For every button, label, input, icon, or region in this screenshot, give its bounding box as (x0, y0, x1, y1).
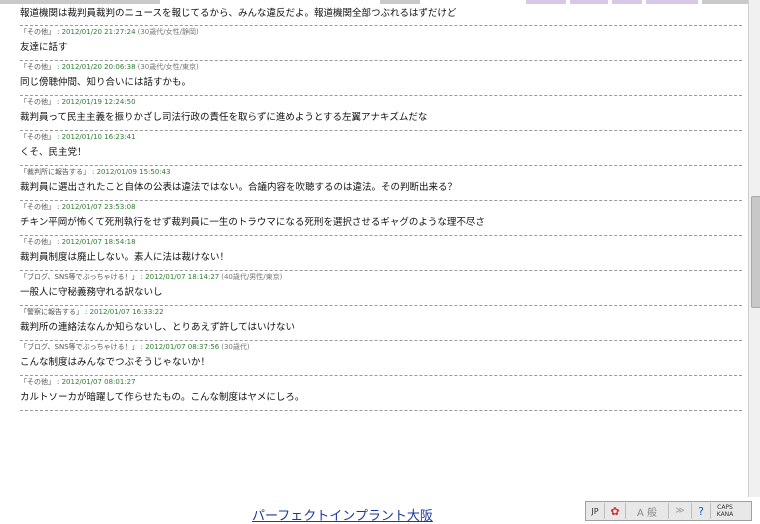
top-tab-6[interactable] (646, 0, 698, 4)
comment-item: 「ブログ、SNS等でぶっちゃける！」: 2012/01/07 08:37:56(… (20, 341, 742, 376)
top-tab-1[interactable] (0, 0, 160, 4)
comment-category: 「ブログ、SNS等でぶっちゃける！」 (20, 273, 139, 281)
comment-timestamp: : 2012/01/07 18:54:18 (57, 238, 136, 246)
comment-category: 「その他」 (20, 378, 55, 386)
comment-timestamp: : 2012/01/07 08:01:27 (57, 378, 136, 386)
comment-meta: 「警察に報告する」: 2012/01/07 16:33:22 (20, 306, 742, 319)
comment-item: 「警察に報告する」: 2012/01/07 16:33:22 裁判所の連絡法なんか… (20, 306, 742, 341)
comment-meta: 「ブログ、SNS等でぶっちゃける！」: 2012/01/07 08:37:56(… (20, 341, 742, 354)
comment-item: 「裁判所に報告する」: 2012/01/09 15:50:43 裁判員に選出された… (20, 166, 742, 201)
comment-item: 「その他」: 2012/01/20 20:06:38 (30歳代/女性/東京) 同じ… (20, 61, 742, 96)
comment-demographic: (30歳代/女性/静岡) (137, 28, 199, 36)
comment-meta: 「ブログ、SNS等でぶっちゃける！」: 2012/01/07 18:14:27(… (20, 271, 742, 284)
comment-meta: 「その他」: 2012/01/07 23:53:08 (20, 201, 742, 214)
comment-demographic: (30歳代/女性/東京) (137, 63, 199, 71)
comment-meta: 「その他」: 2012/01/10 16:23:41 (20, 131, 742, 144)
comment-text: くそ、民主党！ (20, 147, 87, 158)
top-tab-4[interactable] (570, 0, 608, 4)
comment-text: 一般人に守秘義務守れる訳ないし (20, 287, 163, 298)
caps-kana-indicator: CAPS KANA (711, 503, 739, 519)
top-tab-5[interactable] (612, 0, 642, 4)
comment-timestamp: : 2012/01/10 16:23:41 (57, 133, 136, 141)
top-tab-3[interactable] (526, 0, 566, 4)
comment-meta: 「その他」: 2012/01/07 08:01:27 (20, 376, 742, 389)
comment-item: 「その他」: 2012/01/19 12:24:50 裁判員って民主主義を振りかざ… (20, 96, 742, 131)
comment-demographic: (30歳代) (221, 343, 250, 351)
comment-text: 裁判員って民主主義を振りかざし司法行政の責任を取らずに進めようとする左翼アナキズ… (20, 112, 428, 123)
comment-text: 裁判員制度は廃止しない。素人に法は裁けない！ (20, 252, 230, 263)
comment-text: こんな制度はみんなでつぶそうじゃないか！ (20, 357, 211, 368)
comment-category: 「その他」 (20, 203, 55, 211)
comment-category: 「その他」 (20, 238, 55, 246)
top-tab-strip (0, 0, 760, 4)
ime-input-mode[interactable]: A 般 (626, 503, 669, 519)
comment-item: 「その他」: 2012/01/07 23:53:08 チキン平岡が怖くて死刑執行を… (20, 201, 742, 236)
comment-text: チキン平岡が怖くて死刑執行をせず裁判員に一生のトラウマになる死刑を選択させるギャ… (20, 217, 485, 228)
caps-label: CAPS (717, 504, 733, 511)
comment-item: 「その他」: 2012/01/10 16:23:41 くそ、民主党！ (20, 131, 742, 166)
comment-timestamp: : 2012/01/09 15:50:43 (92, 168, 171, 176)
comment-category: 「ブログ、SNS等でぶっちゃける！」 (20, 343, 139, 351)
scrollbar-thumb[interactable] (751, 196, 760, 308)
comment-timestamp: : 2012/01/20 21:27:24 (57, 28, 136, 36)
comment-timestamp: : 2012/01/07 23:53:08 (57, 203, 136, 211)
comment-category: 「その他」 (20, 98, 55, 106)
comment-timestamp: : 2012/01/07 18:14:27 (140, 273, 220, 281)
top-tab-7[interactable] (702, 0, 748, 4)
ad-link[interactable]: パーフェクトインプラント大阪 (252, 505, 433, 524)
comment-item: 「ブログ、SNS等でぶっちゃける！」: 2012/01/07 18:14:27(… (20, 271, 742, 306)
help-icon[interactable]: ? (692, 503, 711, 519)
vertical-scrollbar[interactable] (748, 0, 760, 497)
kana-label: KANA (716, 511, 734, 518)
comment-demographic: (40歳代/男性/東京) (221, 273, 283, 281)
comment-item: 報道機関は裁判員裁判のニュースを報じてるから、みんな違反だよ。報道機関全部つぶれ… (20, 5, 742, 26)
ime-language-bar: JP ✿ A 般 ≫ ? CAPS KANA (585, 501, 752, 521)
comment-timestamp: : 2012/01/19 12:24:50 (57, 98, 136, 106)
comment-text: 友達に話す (20, 42, 68, 53)
comment-timestamp: : 2012/01/07 08:37:56 (140, 343, 220, 351)
comment-category: 「その他」 (20, 28, 55, 36)
comment-meta: 「その他」: 2012/01/07 18:54:18 (20, 236, 742, 249)
comment-item: 「その他」: 2012/01/07 08:01:27 カルトソーカが暗躍して作らせ… (20, 376, 742, 411)
comment-text: カルトソーカが暗躍して作らせたもの。こんな制度はヤメにしろ。 (20, 392, 305, 403)
comment-timestamp: : 2012/01/07 16:33:22 (85, 308, 164, 316)
comment-text: 裁判員に選出されたこと自体の公表は違法ではない。合議内容を吹聴するのは違法。その… (20, 182, 458, 193)
top-tab-2[interactable] (380, 0, 420, 4)
comment-meta: 「その他」: 2012/01/20 21:27:24 (30歳代/女性/静岡) (20, 26, 742, 39)
ime-mode-icon[interactable]: ✿ (605, 503, 626, 519)
comment-item: 「その他」: 2012/01/20 21:27:24 (30歳代/女性/静岡) 友達… (20, 26, 742, 61)
ime-options-button[interactable]: ≫ (669, 503, 692, 519)
comment-text: 報道機関は裁判員裁判のニュースを報じてるから、みんな違反だよ。報道機関全部つぶれ… (20, 8, 457, 19)
comment-meta: 「その他」: 2012/01/20 20:06:38 (30歳代/女性/東京) (20, 61, 742, 74)
comment-text: 同じ傍聴仲間、知り合いには話すかも。 (20, 77, 192, 88)
ime-lang-button[interactable]: JP (586, 503, 605, 519)
comment-category: 「裁判所に報告する」 (20, 168, 90, 176)
comment-category: 「その他」 (20, 63, 55, 71)
comment-text: 裁判所の連絡法なんか知らないし、とりあえず許してはいけない (20, 322, 296, 333)
comment-meta: 「その他」: 2012/01/19 12:24:50 (20, 96, 742, 109)
comment-meta: 「裁判所に報告する」: 2012/01/09 15:50:43 (20, 166, 742, 179)
comment-item: 「その他」: 2012/01/07 18:54:18 裁判員制度は廃止しない。素人… (20, 236, 742, 271)
comment-category: 「その他」 (20, 133, 55, 141)
comment-category: 「警察に報告する」 (20, 308, 83, 316)
comment-list: 報道機関は裁判員裁判のニュースを報じてるから、みんな違反だよ。報道機関全部つぶれ… (20, 5, 742, 411)
comment-timestamp: : 2012/01/20 20:06:38 (57, 63, 136, 71)
